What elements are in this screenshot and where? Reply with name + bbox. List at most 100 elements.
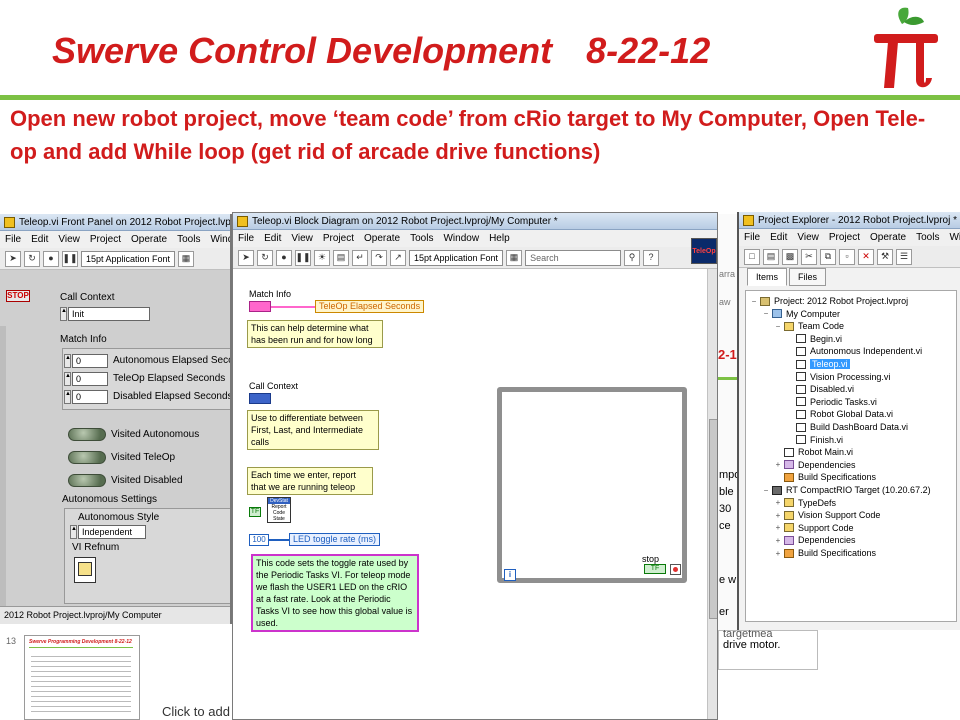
pause-icon[interactable]: ❚❚ — [62, 250, 78, 267]
font-selector[interactable]: 15pt Application Font — [409, 249, 504, 266]
block-diagram-scrollbar[interactable] — [707, 269, 717, 719]
delete-icon[interactable]: ✕ — [858, 248, 874, 265]
tree-expander-icon[interactable]: − — [762, 309, 770, 318]
stop-control-terminal[interactable]: TF — [644, 564, 666, 574]
menu-tools[interactable]: Tools — [177, 234, 200, 245]
call-context-terminal[interactable] — [249, 393, 271, 404]
tree-expander-icon[interactable]: + — [774, 523, 782, 532]
menu-project[interactable]: Project — [323, 233, 354, 244]
build-icon[interactable]: ⚒ — [877, 248, 893, 265]
copy-icon[interactable]: ⧉ — [820, 248, 836, 265]
numeric-arrows[interactable]: ▲▼ — [64, 354, 77, 368]
call-context-value[interactable]: Init — [68, 307, 150, 321]
help-icon[interactable]: ? — [643, 249, 660, 266]
tree-item[interactable]: Build DashBoard Data.vi — [786, 421, 908, 433]
menu-window[interactable]: Window — [443, 233, 479, 244]
block-diagram-titlebar[interactable]: Teleop.vi Block Diagram on 2012 Robot Pr… — [233, 213, 717, 230]
tree-item[interactable]: + Build Specifications — [774, 547, 876, 559]
tree-item[interactable]: + TypeDefs — [774, 497, 836, 509]
loop-condition-icon[interactable] — [670, 564, 681, 575]
menu-help[interactable]: Help — [489, 233, 510, 244]
menu-view[interactable]: View — [797, 232, 819, 243]
paste-icon[interactable]: ▫ — [839, 248, 855, 265]
tree-item[interactable]: Autonomous Independent.vi — [786, 345, 922, 357]
pause-icon[interactable]: ❚❚ — [295, 249, 311, 266]
scrollbar-thumb[interactable] — [709, 419, 717, 619]
tree-item[interactable]: − RT CompactRIO Target (10.20.67.2) — [762, 484, 931, 496]
led-toggle-rate-node[interactable]: LED toggle rate (ms) — [289, 533, 381, 546]
menu-project[interactable]: Project — [829, 232, 860, 243]
tree-item[interactable]: Robot Global Data.vi — [786, 408, 893, 420]
run-continuously-icon[interactable]: ↻ — [257, 249, 273, 266]
tree-item[interactable]: Robot Main.vi — [774, 446, 853, 458]
tree-expander-icon[interactable]: + — [774, 511, 782, 520]
block-diagram-window[interactable]: Teleop.vi Block Diagram on 2012 Robot Pr… — [232, 212, 718, 720]
boolean-constant[interactable]: TF — [249, 507, 261, 517]
menu-operate[interactable]: Operate — [364, 233, 400, 244]
slide-thumbnail[interactable]: Swerve Programming Development 8-22-12 — [24, 635, 140, 720]
while-loop[interactable]: stop TF i — [497, 387, 687, 583]
font-selector[interactable]: 15pt Application Font — [81, 250, 176, 267]
cut-icon[interactable]: ✂ — [801, 248, 817, 265]
menu-project[interactable]: Project — [90, 234, 121, 245]
run-arrow-icon[interactable]: ➤ — [238, 249, 254, 266]
tree-item[interactable]: + Vision Support Code — [774, 509, 881, 521]
search-input[interactable]: Search — [525, 249, 622, 266]
tree-expander-icon[interactable]: + — [774, 498, 782, 507]
step-out-icon[interactable]: ↗ — [390, 249, 406, 266]
tree-item[interactable]: − Project: 2012 Robot Project.lvproj — [750, 295, 908, 307]
new-file-icon[interactable]: □ — [744, 248, 760, 265]
teleop-elapsed-node[interactable]: TeleOp Elapsed Seconds — [315, 300, 425, 313]
highlight-execution-icon[interactable]: ☀ — [314, 249, 330, 266]
click-to-add-placeholder[interactable]: Click to add — [162, 704, 230, 719]
menu-edit[interactable]: Edit — [770, 232, 787, 243]
tree-expander-icon[interactable]: + — [774, 536, 782, 545]
step-into-icon[interactable]: ↵ — [352, 249, 368, 266]
menu-file[interactable]: File — [744, 232, 760, 243]
project-explorer-window[interactable]: Project Explorer - 2012 Robot Project.lv… — [737, 212, 960, 630]
abort-icon[interactable]: ● — [276, 249, 292, 266]
autonomous-elapsed-field[interactable]: 0 — [72, 354, 108, 368]
menu-edit[interactable]: Edit — [264, 233, 281, 244]
stop-button[interactable]: STOP — [6, 290, 30, 302]
menu-file[interactable]: File — [5, 234, 21, 245]
tree-item[interactable]: Disabled.vi — [786, 383, 854, 395]
tree-item[interactable]: Begin.vi — [786, 333, 842, 345]
tree-item[interactable]: − My Computer — [762, 308, 840, 320]
enum-arrows[interactable]: ▲▼ — [70, 525, 83, 539]
menu-window[interactable]: Window — [210, 234, 230, 245]
numeric-arrows[interactable]: ▲▼ — [64, 372, 77, 386]
tree-expander-icon[interactable]: − — [750, 297, 758, 306]
project-explorer-titlebar[interactable]: Project Explorer - 2012 Robot Project.lv… — [739, 212, 960, 229]
retain-wire-values-icon[interactable]: ▤ — [333, 249, 349, 266]
numeric-arrows[interactable]: ▲▼ — [64, 390, 77, 404]
tree-item[interactable]: Teleop.vi — [786, 358, 850, 370]
numeric-constant[interactable]: 100 — [249, 534, 269, 546]
tree-item[interactable]: Finish.vi — [786, 434, 843, 446]
project-tree[interactable]: − Project: 2012 Robot Project.lvproj − My C… — [745, 290, 957, 622]
run-arrow-icon[interactable]: ➤ — [5, 250, 21, 267]
tree-expander-icon[interactable]: + — [774, 460, 782, 469]
tree-item[interactable]: + Support Code — [774, 522, 854, 534]
tree-expander-icon[interactable]: − — [762, 486, 770, 495]
search-icon[interactable]: ⚲ — [624, 249, 641, 266]
menu-operate[interactable]: Operate — [131, 234, 167, 245]
tree-expander-icon[interactable]: − — [774, 322, 782, 331]
run-continuously-icon[interactable]: ↻ — [24, 250, 40, 267]
tree-item[interactable]: Vision Processing.vi — [786, 371, 890, 383]
save-all-icon[interactable]: ▩ — [782, 248, 798, 265]
tree-item[interactable]: − Team Code — [774, 320, 844, 332]
tree-item[interactable]: Build Specifications — [774, 471, 876, 483]
menu-operate[interactable]: Operate — [870, 232, 906, 243]
report-code-state-subvi[interactable]: DevStat Report Code State — [267, 497, 291, 523]
menu-window[interactable]: Wind — [949, 232, 960, 243]
tree-expander-icon[interactable]: + — [774, 549, 782, 558]
align-icon[interactable]: ▦ — [506, 249, 523, 266]
tab-files[interactable]: Files — [789, 268, 827, 286]
tree-item[interactable]: + Dependencies — [774, 534, 856, 546]
block-diagram-canvas[interactable]: Match Info TeleOp Elapsed Seconds This c… — [233, 269, 707, 719]
open-folder-icon[interactable]: ▤ — [763, 248, 779, 265]
menu-view[interactable]: View — [291, 233, 313, 244]
menu-edit[interactable]: Edit — [31, 234, 48, 245]
tree-item[interactable]: Periodic Tasks.vi — [786, 396, 877, 408]
